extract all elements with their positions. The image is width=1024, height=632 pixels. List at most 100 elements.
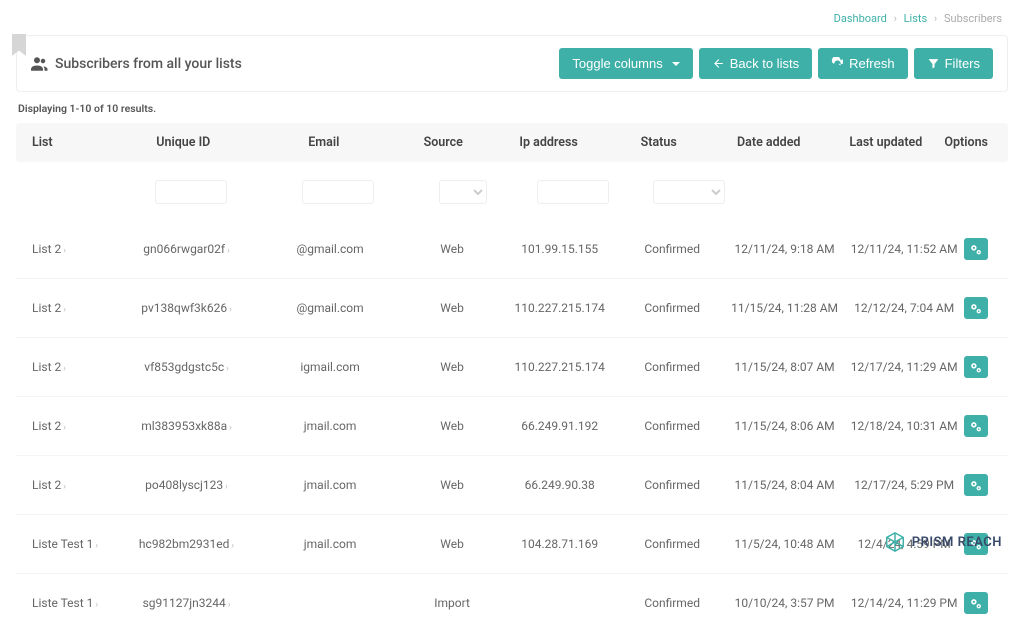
uid-link[interactable]: ml383953xk88a <box>141 419 227 433</box>
cell-updated: 12/14/24, 11:29 PM <box>844 596 964 610</box>
uid-link[interactable]: hc982bm2931ed <box>139 537 230 551</box>
table-row: List 2›pv138qwf3k626›@gmail.comWeb110.22… <box>16 278 1008 337</box>
cell-email: jmail.com <box>256 537 404 551</box>
cell-added: 11/15/24, 11:28 AM <box>725 301 845 315</box>
row-options-button[interactable] <box>964 297 988 319</box>
breadcrumb-current: Subscribers <box>944 12 1002 25</box>
row-options-button[interactable] <box>964 238 988 260</box>
filter-source-select[interactable] <box>439 180 487 204</box>
cell-status: Confirmed <box>620 419 725 433</box>
cell-added: 10/10/24, 3:57 PM <box>725 596 845 610</box>
cell-status: Confirmed <box>620 537 725 551</box>
subscribers-table: List Unique ID Email Source Ip address S… <box>16 123 1008 632</box>
users-icon <box>31 57 49 71</box>
cogs-icon <box>969 597 982 610</box>
subscribers-panel: Subscribers from all your lists Toggle c… <box>16 35 1008 92</box>
cell-added: 11/15/24, 8:04 AM <box>725 478 845 492</box>
uid-link[interactable]: sg91127jn3244 <box>143 596 226 610</box>
table-row: List 2›gn066rwgar02f›@gmail.comWeb101.99… <box>16 220 1008 278</box>
list-link[interactable]: Liste Test 1 <box>32 537 93 551</box>
cogs-icon <box>969 243 982 256</box>
cell-updated: 12/18/24, 10:31 AM <box>844 419 964 433</box>
list-link[interactable]: List 2 <box>32 242 61 256</box>
cell-ip: 66.249.90.38 <box>500 478 620 492</box>
table-row: Liste Test 1›hc982bm2931ed›jmail.comWeb1… <box>16 514 1008 573</box>
filter-email-input[interactable] <box>302 180 374 204</box>
cell-ip: 66.249.91.192 <box>500 419 620 433</box>
row-options-button[interactable] <box>964 474 988 496</box>
filter-row <box>16 162 1008 214</box>
breadcrumb-dashboard[interactable]: Dashboard <box>834 12 887 25</box>
breadcrumb: Dashboard › Lists › Subscribers <box>0 0 1024 25</box>
table-header: List Unique ID Email Source Ip address S… <box>16 123 1008 162</box>
filters-button[interactable]: Filters <box>914 48 993 79</box>
cell-email: igmail.com <box>256 360 404 374</box>
cell-source: Web <box>404 360 500 374</box>
result-count: Displaying 1-10 of 10 results. <box>0 92 1024 123</box>
chevron-down-icon <box>672 62 680 66</box>
cell-source: Import <box>404 596 500 610</box>
row-options-button[interactable] <box>964 415 988 437</box>
row-options-button[interactable] <box>964 356 988 378</box>
cogs-icon <box>969 361 982 374</box>
cell-status: Confirmed <box>620 478 725 492</box>
filter-uid-input[interactable] <box>155 180 227 204</box>
cell-email: jmail.com <box>256 478 404 492</box>
table-row: List 2›po408lyscj123›jmail.comWeb66.249.… <box>16 455 1008 514</box>
list-link[interactable]: List 2 <box>32 360 61 374</box>
col-header-source[interactable]: Source <box>396 135 490 150</box>
brand-logo: PRISM REACH <box>884 531 1002 553</box>
cell-status: Confirmed <box>620 596 725 610</box>
filter-status-select[interactable] <box>653 180 725 204</box>
col-header-list[interactable]: List <box>26 135 115 150</box>
chevron-right-icon: › <box>227 246 230 256</box>
breadcrumb-lists[interactable]: Lists <box>904 12 928 25</box>
cell-email: jmail.com <box>256 419 404 433</box>
cell-added: 11/15/24, 8:06 AM <box>725 419 845 433</box>
col-header-email[interactable]: Email <box>251 135 396 150</box>
refresh-button[interactable]: Refresh <box>818 48 908 79</box>
cell-source: Web <box>404 242 500 256</box>
filter-icon <box>927 57 940 70</box>
cell-added: 11/5/24, 10:48 AM <box>725 537 845 551</box>
table-row: List 2›ml383953xk88a›jmail.comWeb66.249.… <box>16 396 1008 455</box>
col-header-uid[interactable]: Unique ID <box>115 135 251 150</box>
cell-added: 11/15/24, 8:07 AM <box>725 360 845 374</box>
chevron-right-icon: › <box>63 423 66 433</box>
cell-status: Confirmed <box>620 242 725 256</box>
arrow-left-icon <box>712 57 725 70</box>
cell-added: 12/11/24, 9:18 AM <box>725 242 845 256</box>
chevron-right-icon: › <box>226 364 229 374</box>
chevron-right-icon: › <box>63 305 66 315</box>
cell-ip: 104.28.71.169 <box>500 537 620 551</box>
chevron-right-icon: › <box>225 482 228 492</box>
list-link[interactable]: List 2 <box>32 478 61 492</box>
uid-link[interactable]: gn066rwgar02f <box>143 242 225 256</box>
chevron-right-icon: › <box>63 364 66 374</box>
cell-source: Web <box>404 537 500 551</box>
col-header-status[interactable]: Status <box>607 135 710 150</box>
uid-link[interactable]: vf853gdgstc5c <box>144 360 224 374</box>
col-header-options: Options <box>944 135 998 150</box>
table-row: Liste Test 1›sg91127jn3244›ImportConfirm… <box>16 573 1008 632</box>
cell-ip: 110.227.215.174 <box>500 301 620 315</box>
refresh-icon <box>831 57 844 70</box>
list-link[interactable]: List 2 <box>32 301 61 315</box>
cell-status: Confirmed <box>620 360 725 374</box>
table-row: List 2›vf853gdgstc5c›igmail.comWeb110.22… <box>16 337 1008 396</box>
back-to-lists-button[interactable]: Back to lists <box>699 48 812 79</box>
row-options-button[interactable] <box>964 592 988 614</box>
col-header-ip[interactable]: Ip address <box>490 135 607 150</box>
list-link[interactable]: List 2 <box>32 419 61 433</box>
uid-link[interactable]: pv138qwf3k626 <box>141 301 227 315</box>
uid-link[interactable]: po408lyscj123 <box>145 478 223 492</box>
col-header-updated[interactable]: Last updated <box>827 135 944 150</box>
cell-ip: 110.227.215.174 <box>500 360 620 374</box>
cell-ip: 101.99.15.155 <box>500 242 620 256</box>
toggle-columns-button[interactable]: Toggle columns <box>559 48 692 79</box>
chevron-right-icon: › <box>63 482 66 492</box>
chevron-right-icon: › <box>95 600 98 610</box>
list-link[interactable]: Liste Test 1 <box>32 596 93 610</box>
col-header-added[interactable]: Date added <box>710 135 827 150</box>
filter-ip-input[interactable] <box>537 180 609 204</box>
